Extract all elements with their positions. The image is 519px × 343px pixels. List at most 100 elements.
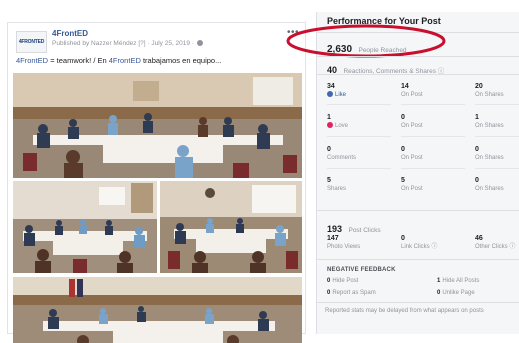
divider [327, 168, 391, 169]
post-photo-4[interactable] [13, 277, 302, 343]
stat-label: On Post [401, 123, 423, 129]
stat-label: On Post [401, 92, 423, 98]
stat-label: Comments [327, 155, 357, 161]
divider [401, 136, 465, 137]
divider [327, 104, 391, 105]
post-clicks-label: Post Clicks [348, 227, 381, 234]
neg-label: Hide Post [332, 278, 359, 284]
post-photo-2[interactable] [13, 181, 157, 273]
stat-photo-views: 147 Photo Views [327, 234, 391, 251]
divider [327, 136, 391, 137]
neg-label: Unlike Page [442, 290, 475, 296]
caption-tag-2[interactable]: 4FrontED [109, 56, 141, 65]
neg-value: 0 [327, 290, 331, 296]
divider [475, 168, 519, 169]
post-clicks-value: 193 [327, 224, 343, 234]
stat-label: On Shares [475, 123, 504, 129]
stat-value: 0 [327, 146, 331, 153]
globe-icon [196, 40, 203, 47]
divider [317, 259, 519, 260]
stat-label: Shares [327, 186, 347, 192]
stat-value: 147 [327, 235, 339, 242]
like-icon [327, 91, 333, 97]
neg-value: 0 [327, 278, 331, 284]
stats-footnote: Reported stats may be delayed from what … [325, 308, 484, 314]
stat-label: On Post [401, 155, 423, 161]
stat-value: 1 [327, 114, 331, 121]
negative-hide-post: 0 Hide Post [327, 278, 358, 284]
highlight-ring-icon [286, 24, 446, 58]
stat-value: 46 [475, 235, 483, 242]
stat-value: 5 [401, 177, 405, 184]
stat-value: 14 [401, 83, 409, 90]
divider [401, 168, 465, 169]
stat-label: On Shares [475, 155, 504, 161]
stat-link-clicks: 0 Link Clicks ⓘ [401, 234, 465, 251]
facebook-post: 4FRONTED 4FrontED Published by Nazzer Mé… [7, 22, 306, 343]
stat-label: Like [335, 92, 347, 98]
neg-value: 0 [437, 290, 441, 296]
stat-value: 0 [475, 177, 479, 184]
neg-label: Report as Spam [332, 290, 376, 296]
negative-feedback-title: NEGATIVE FEEDBACK [327, 267, 396, 273]
neg-label: Hide All Posts [442, 278, 480, 284]
post-caption: 4FrontED = teamwork! / En 4FrontED traba… [16, 56, 221, 65]
divider [475, 136, 519, 137]
post-photo-1[interactable] [13, 73, 302, 178]
love-icon [327, 122, 333, 128]
stat-other-clicks: 46 Other Clicks ⓘ [475, 234, 519, 251]
stat-shares-on-post: 5 On Post [401, 176, 465, 193]
stat-shares: 5 Shares [327, 176, 391, 193]
post-header: 4FRONTED 4FrontED Published by Nazzer Mé… [8, 23, 305, 65]
stat-comments-on-post: 0 On Post [401, 145, 465, 162]
negative-unlike-page: 0 Unlike Page [437, 290, 475, 296]
caption-text-mid: = teamwork! / En [48, 56, 109, 65]
divider [317, 56, 519, 57]
stat-value: 20 [475, 83, 483, 90]
stat-label: Photo Views [327, 244, 361, 250]
stat-love-on-shares: 1 On Shares [475, 113, 519, 130]
page-avatar[interactable]: 4FRONTED [16, 31, 47, 53]
post-photo-3[interactable] [160, 181, 302, 273]
stat-label[interactable]: Other Clicks ⓘ [475, 243, 519, 251]
caption-text-end: trabajamos en equipo... [140, 56, 222, 65]
performance-panel: Performance for Your Post 2,630 People R… [286, 12, 519, 334]
stat-value: 0 [401, 235, 405, 242]
divider [475, 104, 519, 105]
stat-value: 0 [475, 146, 479, 153]
stat-label: Love [335, 123, 349, 129]
negative-report-spam: 0 Report as Spam [327, 290, 376, 296]
stat-like-on-post: 14 On Post [401, 82, 465, 99]
post-byline: Published by Nazzer Méndez [?] · July 25… [52, 40, 203, 47]
meeting-photo-3 [160, 181, 302, 273]
stat-like: 34 Like [327, 82, 391, 99]
caption-tag-1[interactable]: 4FrontED [16, 56, 48, 65]
stat-love-on-post: 0 On Post [401, 113, 465, 130]
meeting-photo-4 [13, 277, 302, 343]
meeting-photo-1 [13, 73, 302, 178]
stat-value: 0 [401, 146, 405, 153]
stat-shares-on-shares: 0 On Shares [475, 176, 519, 193]
stat-value: 0 [401, 114, 405, 121]
stat-like-on-shares: 20 On Shares [475, 82, 519, 99]
divider [317, 302, 519, 303]
stat-label: On Shares [475, 92, 504, 98]
stat-comments-on-shares: 0 On Shares [475, 145, 519, 162]
divider [317, 74, 519, 75]
stat-love: 1 Love [327, 113, 391, 130]
stat-value: 1 [475, 114, 479, 121]
stat-label: On Shares [475, 186, 504, 192]
avatar-logo-text: 4FRONTED [18, 39, 45, 45]
stat-label: On Post [401, 186, 423, 192]
stat-value: 5 [327, 177, 331, 184]
divider [317, 210, 519, 211]
engagement-row: 40 Reactions, Comments & Shares ⓘ [327, 60, 444, 78]
divider [401, 104, 465, 105]
stat-label[interactable]: Link Clicks ⓘ [401, 243, 465, 251]
page-name-link[interactable]: 4FrontED [52, 29, 88, 38]
neg-value: 1 [437, 278, 441, 284]
stat-comments: 0 Comments [327, 145, 391, 162]
negative-hide-all-posts: 1 Hide All Posts [437, 278, 479, 284]
people-reached-row: 2,630 People Reached [286, 24, 446, 58]
stat-value: 34 [327, 83, 335, 90]
